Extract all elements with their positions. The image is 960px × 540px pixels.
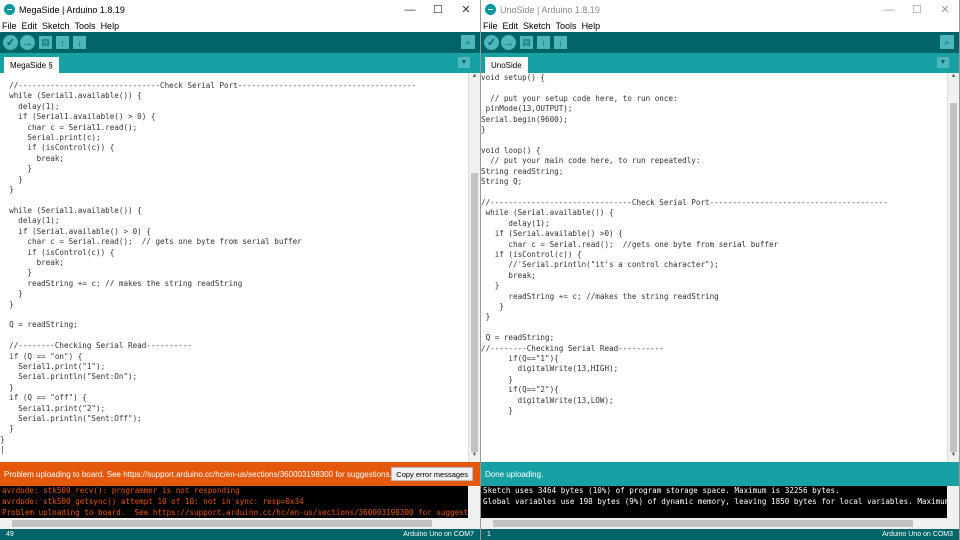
menu-file[interactable]: File [2, 21, 17, 31]
console-text: Sketch uses 3464 bytes (10%) of program … [483, 486, 959, 506]
hscroll-thumb[interactable] [12, 520, 432, 527]
title-bar: UnoSide | Arduino 1.8.19 — ☐ ✕ [481, 0, 959, 19]
console-text: avrdude: stk500_recv(): programmer is no… [2, 486, 480, 517]
minimize-button[interactable]: — [396, 4, 424, 16]
menu-help[interactable]: Help [582, 21, 601, 31]
menu-sketch[interactable]: Sketch [42, 21, 70, 31]
window-title: UnoSide | Arduino 1.8.19 [500, 4, 600, 15]
open-icon[interactable]: ↑ [537, 36, 550, 49]
status-message: Done uploading. [485, 469, 544, 479]
megaside-window: MegaSide | Arduino 1.8.19 — ☐ ✕ File Edi… [0, 0, 481, 540]
maximize-button[interactable]: ☐ [424, 3, 452, 16]
toolbar: ✓ → ▤ ↑ ↓ ⌕ [481, 32, 959, 53]
code-text[interactable]: //-------------------------------Check S… [0, 73, 468, 456]
close-button[interactable]: ✕ [931, 3, 959, 16]
status-message: Problem uploading to board. See https://… [4, 469, 392, 479]
save-icon[interactable]: ↓ [554, 36, 567, 49]
tab-menu-icon[interactable]: ▼ [937, 57, 949, 68]
window-title: MegaSide | Arduino 1.8.19 [19, 4, 125, 15]
console-scrollbar[interactable] [468, 486, 480, 529]
status-bar: Problem uploading to board. See https://… [0, 462, 480, 486]
console-hscrollbar[interactable] [0, 518, 468, 529]
new-icon[interactable]: ▤ [39, 36, 52, 49]
upload-icon[interactable]: → [20, 35, 35, 50]
scroll-up-icon[interactable]: ▲ [948, 73, 959, 83]
arduino-logo-icon [4, 4, 15, 15]
menu-edit[interactable]: Edit [503, 21, 519, 31]
maximize-button[interactable]: ☐ [903, 3, 931, 16]
tab-megaside[interactable]: MegaSide § [4, 57, 59, 73]
serial-monitor-icon[interactable]: ⌕ [940, 35, 954, 49]
menu-edit[interactable]: Edit [22, 21, 38, 31]
minimize-button[interactable]: — [875, 4, 903, 16]
tab-bar: UnoSide ▼ [481, 53, 959, 73]
open-icon[interactable]: ↑ [56, 36, 69, 49]
code-editor[interactable]: //-------------------------------Check S… [0, 73, 468, 462]
console-scrollbar[interactable] [947, 486, 959, 529]
menu-bar: File Edit Sketch Tools Help [481, 19, 959, 32]
editor-scrollbar[interactable]: ▲ ▼ [947, 73, 959, 462]
save-icon[interactable]: ↓ [73, 36, 86, 49]
arduino-logo-icon [485, 4, 496, 15]
verify-icon[interactable]: ✓ [484, 35, 499, 50]
upload-icon[interactable]: → [501, 35, 516, 50]
tab-unoside[interactable]: UnoSide [485, 57, 528, 73]
editor-scrollbar[interactable]: ▲ ▼ [468, 73, 480, 462]
tab-bar: MegaSide § ▼ [0, 53, 480, 73]
console-output[interactable]: avrdude: stk500_recv(): programmer is no… [0, 486, 480, 529]
footer-bar: 1 Arduino Uno on COM3 [481, 529, 959, 540]
board-port: Arduino Uno on COM3 [882, 531, 953, 538]
title-bar: MegaSide | Arduino 1.8.19 — ☐ ✕ [0, 0, 480, 19]
scroll-thumb[interactable] [471, 173, 478, 452]
code-text[interactable]: void setup() { // put your setup code he… [481, 73, 947, 462]
board-port: Arduino Uno on COM7 [403, 531, 474, 538]
code-editor[interactable]: void setup() { // put your setup code he… [481, 73, 947, 462]
console-hscrollbar[interactable] [481, 518, 947, 529]
menu-bar: File Edit Sketch Tools Help [0, 19, 480, 32]
scroll-up-icon[interactable]: ▲ [469, 73, 480, 83]
line-number: 1 [487, 531, 491, 538]
menu-file[interactable]: File [483, 21, 498, 31]
copy-error-button[interactable]: Copy error messages [391, 467, 473, 481]
scroll-thumb[interactable] [950, 103, 957, 452]
menu-tools[interactable]: Tools [75, 21, 96, 31]
close-button[interactable]: ✕ [452, 3, 480, 16]
unoside-window: UnoSide | Arduino 1.8.19 — ☐ ✕ File Edit… [481, 0, 960, 540]
scroll-down-icon[interactable]: ▼ [948, 452, 959, 462]
tab-menu-icon[interactable]: ▼ [458, 57, 470, 68]
hscroll-thumb[interactable] [493, 520, 913, 527]
toolbar: ✓ → ▤ ↑ ↓ ⌕ [0, 32, 480, 53]
scroll-down-icon[interactable]: ▼ [469, 452, 480, 462]
menu-help[interactable]: Help [101, 21, 120, 31]
verify-icon[interactable]: ✓ [3, 35, 18, 50]
line-number: 49 [6, 531, 14, 538]
footer-bar: 49 Arduino Uno on COM7 [0, 529, 480, 540]
serial-monitor-icon[interactable]: ⌕ [461, 35, 475, 49]
menu-sketch[interactable]: Sketch [523, 21, 551, 31]
menu-tools[interactable]: Tools [556, 21, 577, 31]
console-output[interactable]: Sketch uses 3464 bytes (10%) of program … [481, 486, 959, 529]
new-icon[interactable]: ▤ [520, 36, 533, 49]
status-bar: Done uploading. [481, 462, 959, 486]
